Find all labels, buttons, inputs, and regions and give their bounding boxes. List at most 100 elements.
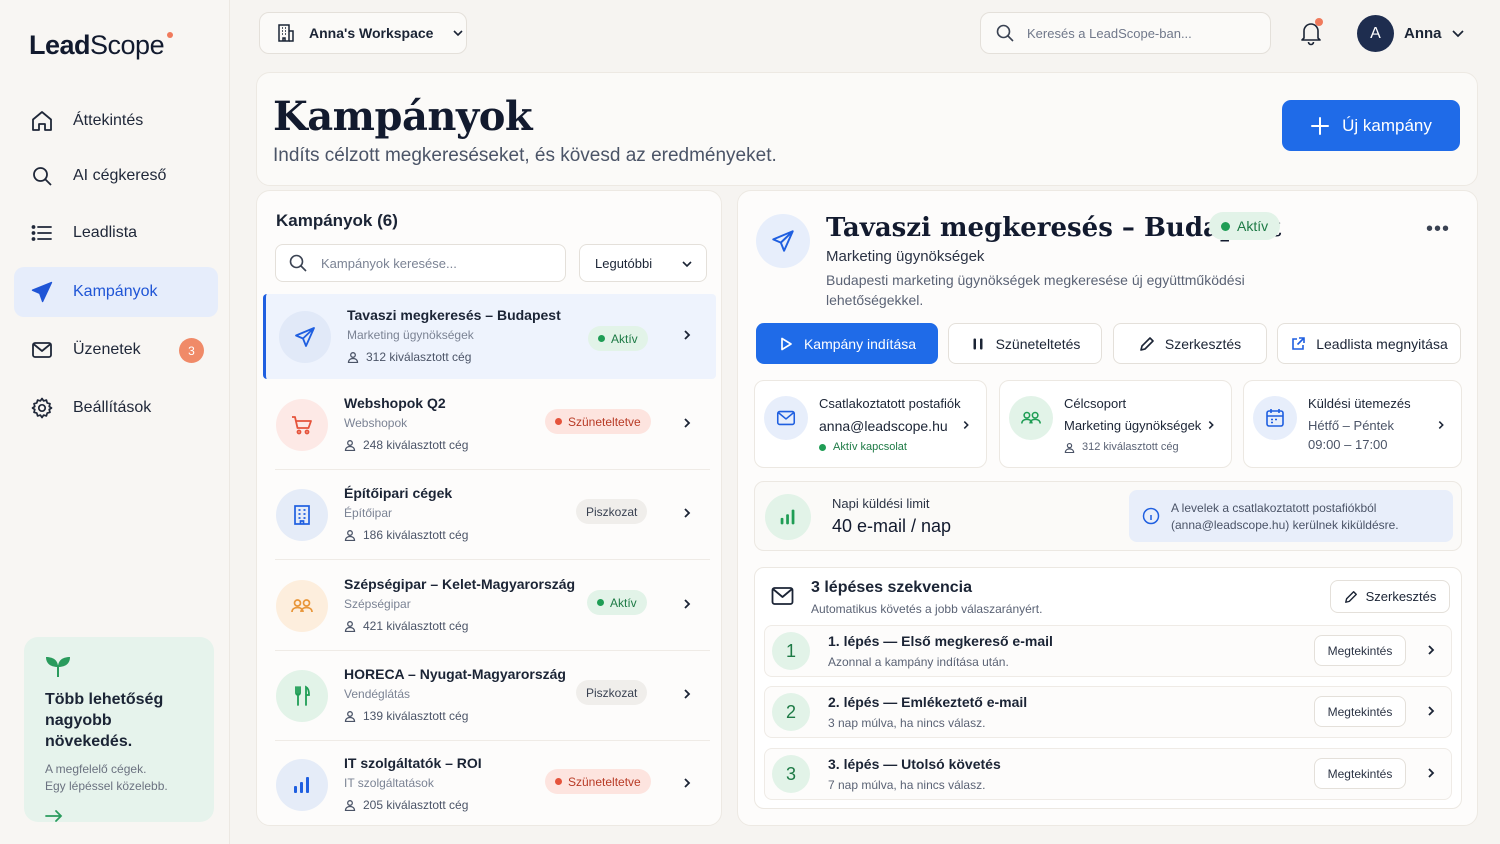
campaign-sector: Szépségipar [344,597,411,611]
person-icon [347,352,359,363]
chart-icon [276,759,328,811]
campaign-search-input[interactable]: Kampányok keresése... [275,244,566,282]
audience-count: 312 kiválasztott cég [1064,441,1179,453]
info-icon [1142,507,1160,525]
pause-button[interactable]: Szüneteltetés [948,323,1102,364]
search-icon [289,254,307,272]
chevron-right-icon[interactable] [1424,766,1438,780]
sequence-step[interactable]: 2 2. lépés — Emlékeztető e-mail 3 nap mú… [764,686,1452,738]
page-title: Kampányok [273,93,533,140]
step-title: 2. lépés — Emlékeztető e-mail [828,694,1028,710]
sidebar-item-beallitasok[interactable]: Beállítások [14,383,218,433]
start-campaign-button[interactable]: Kampány indítása [756,323,938,364]
chevron-right-icon[interactable] [680,597,694,611]
workspace-selector[interactable]: Anna's Workspace [259,12,467,54]
mailbox-label: Csatlakoztatott postafiók [819,396,961,411]
sidebar-item-attekintes[interactable]: Áttekintés [14,96,218,146]
search-icon [996,24,1014,42]
app-logo[interactable]: LeadScope [29,30,174,61]
campaign-name: Tavaszi megkeresés – Budapest [347,307,561,323]
calendar-icon [1253,396,1297,440]
sequence-step[interactable]: 3 3. lépés — Utolsó követés 7 nap múlva,… [764,748,1452,800]
promo-text: A megfelelő cégek. Egy lépéssel közelebb. [45,762,168,793]
step-number: 2 [772,693,810,731]
send-icon [756,214,810,268]
preview-button[interactable]: Megtekintés [1314,635,1406,666]
chevron-right-icon[interactable] [1424,704,1438,718]
preview-button[interactable]: Megtekintés [1314,696,1406,727]
sidebar-item-label: AI cégkereső [73,167,167,184]
schedule-label: Küldési ütemezés [1308,396,1411,411]
schedule-card[interactable]: Küldési ütemezés Hétfő – Péntek 09:00 – … [1243,380,1462,468]
user-name[interactable]: Anna [1404,25,1442,42]
sequence-title: 3 lépéses szekvencia [811,579,973,596]
status-badge: Piszkozat [576,680,648,705]
campaign-row[interactable]: Webshopok Q2 Webshopok 248 kiválasztott … [263,382,716,470]
preview-button[interactable]: Megtekintés [1314,758,1406,789]
campaign-name: HORECA – Nyugat-Magyarország [344,666,566,682]
sidebar-item-label: Leadlista [73,224,138,241]
sidebar-item-ai-cegkereso[interactable]: AI cégkereső [14,151,218,201]
external-link-icon [1292,336,1306,350]
building-icon [278,24,294,42]
campaign-row[interactable]: HORECA – Nyugat-Magyarország Vendéglátás… [263,653,716,741]
notifications-button[interactable] [1298,18,1324,46]
send-icon [279,311,331,363]
step-title: 3. lépés — Utolsó követés [828,756,1001,772]
campaign-category: Marketing ügynökségek [826,248,985,265]
campaign-list-panel: Kampányok (6) Kampányok keresése... Legu… [256,190,722,826]
promo-title: Több lehetőség nagyobb növekedés. [45,691,164,750]
chevron-right-icon[interactable] [680,687,694,701]
cart-icon [276,399,328,451]
chevron-right-icon[interactable] [680,776,694,790]
avatar[interactable]: A [1357,15,1394,52]
sequence-card: 3 lépéses szekvencia Automatikus követés… [754,567,1462,809]
sort-select[interactable]: Legutóbbi [579,244,707,282]
status-badge: Szüneteltetve [545,769,651,794]
mailbox-card[interactable]: Csatlakoztatott postafiók anna@leadscope… [754,380,987,468]
sidebar-item-uzenetek[interactable]: Üzenetek 3 [14,325,218,375]
chevron-down-icon [682,261,692,268]
edit-button[interactable]: Szerkesztés [1113,323,1267,364]
info-note: A levelek a csatlakoztatott postafiókból… [1129,490,1453,542]
open-leadlist-button[interactable]: Leadlista megnyitása [1277,323,1461,364]
chevron-right-icon[interactable] [680,416,694,430]
campaign-count: 312 kiválasztott cég [347,350,471,364]
campaign-row[interactable]: Szépségipar – Kelet-Magyarország Szépség… [263,563,716,651]
notification-dot [1315,18,1323,26]
audience-card[interactable]: Célcsoport Marketing ügynökségek 312 kiv… [999,380,1232,468]
send-icon [31,281,53,303]
global-search-input[interactable]: Keresés a LeadScope-ban... [980,12,1271,54]
step-subtitle: 7 nap múlva, ha nincs válasz. [828,778,986,792]
mailbox-status: Aktív kapcsolat [819,441,907,453]
page-header: Kampányok Indíts célzott megkereséseket,… [256,72,1478,186]
campaign-detail-panel: Tavaszi megkeresés – Budapest Aktív ••• … [737,190,1478,826]
new-campaign-button[interactable]: Új kampány [1282,100,1460,151]
campaign-row[interactable]: Építőipari cégek Építőipar 186 kiválaszt… [263,472,716,560]
chevron-down-icon[interactable] [1450,25,1466,41]
campaign-row[interactable]: IT szolgáltatók – ROI IT szolgáltatások … [263,742,716,825]
sidebar-item-label: Üzenetek [73,341,141,358]
edit-sequence-button[interactable]: Szerkesztés [1330,580,1450,613]
chevron-right-icon[interactable] [680,506,694,520]
person-icon [344,621,356,632]
sidebar-item-leadlista[interactable]: Leadlista [14,208,218,258]
mailbox-email: anna@leadscope.hu [819,418,948,434]
chevron-right-icon[interactable] [680,328,694,342]
sidebar-item-kampanyok[interactable]: Kampányok [14,267,218,317]
pause-icon [973,338,983,349]
sequence-step[interactable]: 1 1. lépés — Első megkereső e-mail Azonn… [764,625,1452,677]
campaign-row[interactable]: Tavaszi megkeresés – Budapest Marketing … [263,294,716,379]
gear-icon [31,397,53,419]
chevron-right-icon[interactable] [1424,643,1438,657]
sidebar-item-label: Beállítások [73,399,152,416]
arrow-right-icon[interactable] [45,809,63,823]
more-options-icon[interactable]: ••• [1426,218,1450,241]
person-icon [344,711,356,722]
campaign-count: 205 kiválasztott cég [344,798,468,812]
person-icon [1064,442,1075,453]
play-icon [781,337,792,350]
campaign-sector: Webshopok [344,416,408,430]
sequence-subtitle: Automatikus követés a jobb válaszarányér… [811,602,1043,616]
search-placeholder: Keresés a LeadScope-ban... [1027,25,1192,41]
